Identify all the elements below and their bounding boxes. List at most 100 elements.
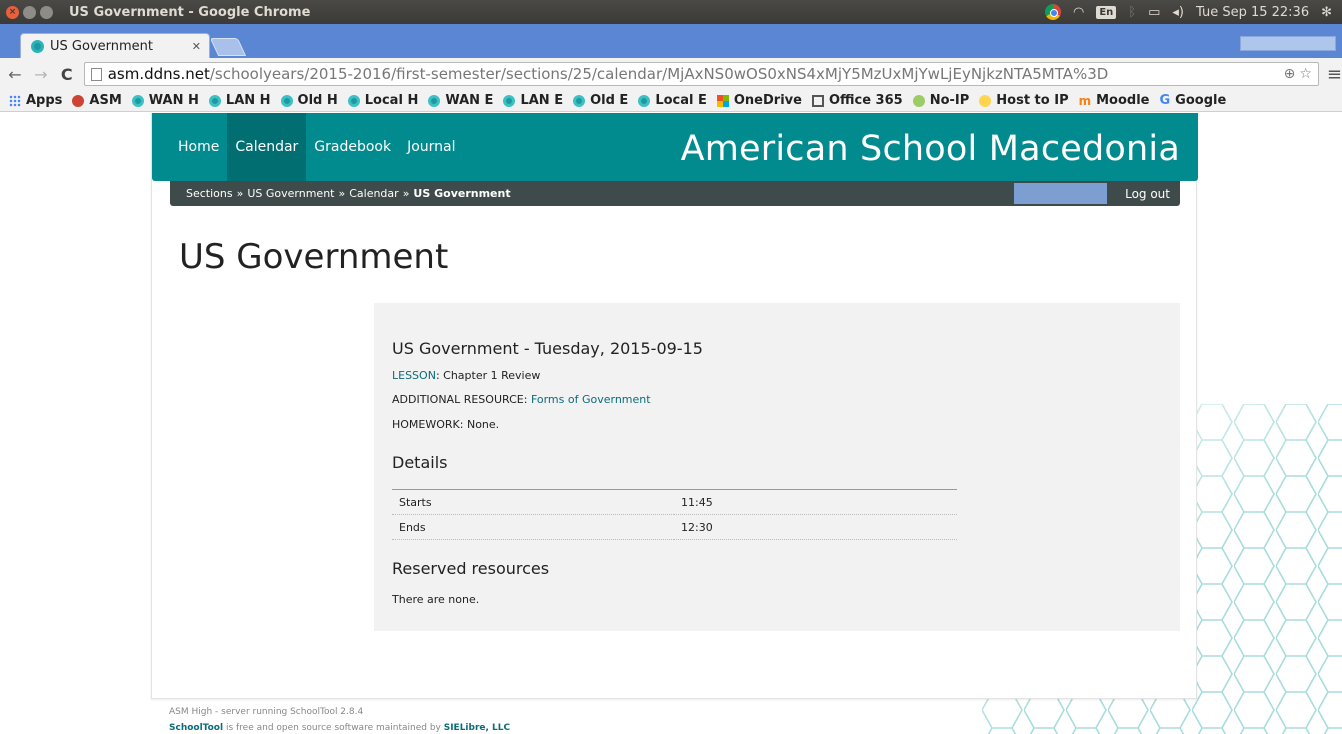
detail-label: Starts bbox=[392, 489, 674, 515]
resource-label: ADDITIONAL RESOURCE: bbox=[392, 393, 531, 406]
bookmarks-bar: Apps ASM WAN H LAN H Old H Local H WAN E… bbox=[0, 90, 1342, 112]
breadcrumb: Sections» US Government» Calendar» US Go… bbox=[170, 181, 1180, 206]
back-arrow-icon[interactable]: ← bbox=[4, 65, 26, 84]
schooltool-icon bbox=[131, 94, 144, 107]
microsoft-icon bbox=[716, 94, 729, 107]
bookmark-local-h[interactable]: Local H bbox=[343, 93, 424, 108]
window-controls: × bbox=[6, 5, 53, 19]
nav-gradebook[interactable]: Gradebook bbox=[306, 113, 399, 181]
bookmark-lan-e[interactable]: LAN E bbox=[498, 93, 568, 108]
tab-close-icon[interactable]: ✕ bbox=[192, 40, 201, 53]
keyboard-layout-indicator[interactable]: En bbox=[1096, 5, 1117, 19]
site-container: Home Calendar Gradebook Journal American… bbox=[151, 113, 1198, 699]
volume-icon[interactable]: ◂) bbox=[1172, 5, 1184, 20]
breadcrumb-separator: » bbox=[236, 187, 244, 200]
host-icon bbox=[979, 94, 992, 107]
page-footer: ASM High - server running SchoolTool 2.8… bbox=[169, 704, 510, 734]
footer-server-info: ASM High - server running SchoolTool 2.8… bbox=[169, 707, 364, 717]
new-tab-button[interactable] bbox=[209, 38, 247, 56]
detail-value: 12:30 bbox=[674, 514, 957, 540]
bookmark-host-to-ip[interactable]: Host to IP bbox=[974, 93, 1073, 108]
schooltool-link[interactable]: SchoolTool bbox=[169, 723, 223, 733]
bookmark-no-ip[interactable]: No-IP bbox=[908, 93, 975, 108]
nav-home[interactable]: Home bbox=[170, 113, 227, 181]
clock[interactable]: Tue Sep 15 22:36 bbox=[1196, 5, 1309, 20]
tab-title: US Government bbox=[50, 38, 153, 54]
minimize-window-icon[interactable] bbox=[23, 5, 36, 19]
homework-line: HOMEWORK: None. bbox=[392, 418, 500, 431]
detail-value: 11:45 bbox=[674, 489, 957, 515]
lesson-link[interactable]: LESSON bbox=[392, 369, 436, 382]
asm-icon bbox=[72, 94, 85, 107]
details-table: Starts 11:45 Ends 12:30 bbox=[392, 489, 957, 540]
nav-calendar[interactable]: Calendar bbox=[227, 113, 307, 181]
bookmark-google[interactable]: G Google bbox=[1155, 93, 1232, 108]
breadcrumb-current: US Government bbox=[413, 187, 511, 200]
maximize-window-icon[interactable] bbox=[40, 5, 53, 19]
lesson-line: LESSON: Chapter 1 Review bbox=[392, 369, 540, 382]
schooltool-icon bbox=[280, 94, 293, 107]
resource-line: ADDITIONAL RESOURCE: Forms of Government bbox=[392, 393, 651, 406]
profile-area[interactable] bbox=[1240, 36, 1336, 51]
close-window-icon[interactable]: × bbox=[6, 5, 19, 19]
schooltool-icon bbox=[208, 94, 221, 107]
reload-icon[interactable]: C bbox=[56, 65, 78, 84]
chrome-indicator-icon[interactable] bbox=[1044, 4, 1061, 20]
breadcrumb-separator: » bbox=[402, 187, 410, 200]
event-details-panel: US Government - Tuesday, 2015-09-15 LESS… bbox=[374, 303, 1180, 631]
detail-label: Ends bbox=[392, 514, 674, 540]
bookmark-asm[interactable]: ASM bbox=[67, 93, 126, 108]
bookmark-lan-h[interactable]: LAN H bbox=[204, 93, 276, 108]
apps-icon bbox=[9, 94, 21, 107]
page-icon bbox=[90, 67, 102, 81]
settings-gear-icon[interactable]: ✻ bbox=[1321, 5, 1332, 20]
search-input[interactable] bbox=[1014, 183, 1107, 204]
address-bar[interactable]: asm.ddns.net/schoolyears/2015-2016/first… bbox=[83, 62, 1319, 86]
system-tray: ◠ En ᛒ ▭ ◂) Tue Sep 15 22:36 ✻ bbox=[1044, 4, 1332, 20]
logout-link[interactable]: Log out bbox=[1125, 187, 1170, 201]
bookmark-office-365[interactable]: Office 365 bbox=[807, 93, 908, 108]
bookmark-onedrive[interactable]: OneDrive bbox=[712, 93, 807, 108]
google-icon: G bbox=[1159, 93, 1171, 108]
battery-icon[interactable]: ▭ bbox=[1148, 5, 1160, 20]
bluetooth-icon[interactable]: ᛒ bbox=[1128, 5, 1136, 20]
footer-credits: SchoolTool is free and open source softw… bbox=[169, 720, 510, 734]
sielibre-link[interactable]: SIELibre, LLC bbox=[444, 723, 510, 733]
page-title: US Government bbox=[179, 237, 449, 277]
bookmark-wan-h[interactable]: WAN H bbox=[127, 93, 204, 108]
schooltool-icon bbox=[573, 94, 586, 107]
nav-journal[interactable]: Journal bbox=[399, 113, 463, 181]
window-title: US Government - Google Chrome bbox=[69, 4, 311, 20]
schooltool-icon bbox=[503, 94, 516, 107]
tab-strip: US Government ✕ bbox=[0, 24, 1342, 58]
bookmark-old-e[interactable]: Old E bbox=[568, 93, 633, 108]
bookmark-moodle[interactable]: m Moodle bbox=[1074, 93, 1155, 108]
breadcrumb-section[interactable]: US Government bbox=[247, 187, 334, 200]
zoom-icon[interactable]: ⊕ bbox=[1284, 66, 1296, 82]
moodle-icon: m bbox=[1078, 93, 1092, 108]
breadcrumb-sections[interactable]: Sections bbox=[186, 187, 233, 200]
forward-arrow-icon[interactable]: → bbox=[30, 65, 52, 84]
schooltool-favicon-icon bbox=[31, 39, 44, 53]
browser-tab[interactable]: US Government ✕ bbox=[20, 33, 210, 58]
wifi-icon[interactable]: ◠ bbox=[1073, 5, 1084, 20]
noip-icon bbox=[912, 94, 925, 107]
site-header: Home Calendar Gradebook Journal American… bbox=[152, 113, 1198, 181]
table-row: Starts 11:45 bbox=[392, 489, 957, 515]
bookmark-wan-e[interactable]: WAN E bbox=[423, 93, 498, 108]
lesson-value: : Chapter 1 Review bbox=[435, 369, 541, 382]
resource-link[interactable]: Forms of Government bbox=[531, 393, 651, 406]
bookmark-apps[interactable]: Apps bbox=[4, 93, 67, 108]
page-viewport: Home Calendar Gradebook Journal American… bbox=[0, 113, 1342, 734]
site-name[interactable]: American School Macedonia bbox=[681, 129, 1180, 169]
bookmark-local-e[interactable]: Local E bbox=[633, 93, 712, 108]
table-row: Ends 12:30 bbox=[392, 514, 957, 540]
breadcrumb-calendar[interactable]: Calendar bbox=[349, 187, 398, 200]
schooltool-icon bbox=[347, 94, 360, 107]
reserved-heading: Reserved resources bbox=[392, 559, 550, 578]
reserved-text: There are none. bbox=[392, 593, 480, 606]
office-icon bbox=[811, 94, 824, 107]
bookmark-old-h[interactable]: Old H bbox=[276, 93, 343, 108]
bookmark-star-icon[interactable]: ☆ bbox=[1299, 66, 1312, 82]
chrome-menu-icon[interactable]: ≡ bbox=[1327, 64, 1342, 85]
